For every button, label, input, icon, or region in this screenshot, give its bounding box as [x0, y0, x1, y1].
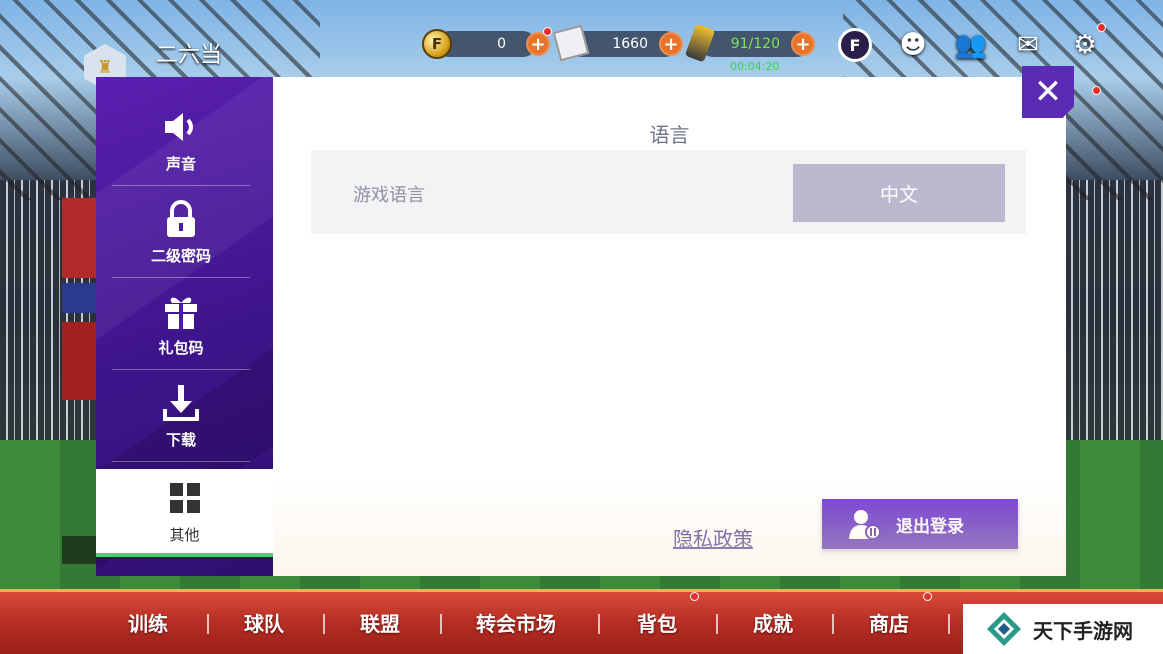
shop-notification-dot [923, 592, 932, 601]
language-select[interactable]: 中文 [793, 164, 1005, 222]
nav-divider [440, 614, 442, 634]
menu-password[interactable]: 二级密码 [112, 187, 250, 278]
nav-achievements[interactable]: 成就 [753, 608, 793, 637]
nav-divider [323, 614, 325, 634]
coin-value: 0 [497, 36, 506, 52]
energy-timer: 00:04:20 [730, 60, 780, 73]
player-name: 二六当 [156, 43, 223, 68]
nav-shop[interactable]: 商店 [869, 608, 909, 637]
friends-icon[interactable]: 👥 [954, 30, 988, 60]
right-notification-dot [1092, 86, 1101, 95]
privacy-policy-link[interactable]: 隐私政策 [673, 523, 753, 552]
menu-download-label: 下载 [165, 430, 196, 449]
menu-sound[interactable]: 声音 [112, 95, 250, 186]
menu-sound-label: 声音 [165, 154, 196, 173]
close-button[interactable]: ✕ [1022, 66, 1074, 118]
gift-icon [161, 291, 201, 331]
nav-transfer-market[interactable]: 转会市场 [476, 608, 556, 637]
ticket-value: 1660 [612, 36, 648, 52]
nav-divider [948, 614, 950, 634]
language-label: 游戏语言 [353, 185, 425, 206]
menu-download[interactable]: 下载 [112, 371, 250, 462]
top-bar: ♜ 二六当 0 F + 1660 + 91/120 + 00:04:20 F ☻… [0, 0, 1163, 95]
nav-divider [207, 614, 209, 634]
f-coin-icon: F [422, 29, 452, 59]
settings-modal: 声音 二级密码 礼包码 下载 其他 语言 游戏语言 中文 隐私政策 退出登录 [96, 77, 1066, 576]
menu-other[interactable]: 其他 [96, 469, 273, 557]
settings-gear-icon[interactable]: ⚙ [1068, 30, 1102, 60]
nav-league[interactable]: 联盟 [360, 608, 400, 637]
user-logout-icon [848, 508, 882, 540]
speaker-icon [161, 107, 201, 147]
watermark: 天下手游网 [963, 604, 1163, 654]
add-energy-button[interactable]: + [791, 32, 815, 56]
nav-divider [832, 614, 834, 634]
settings-notification-dot [1097, 23, 1106, 32]
logout-label: 退出登录 [896, 516, 964, 537]
menu-giftcode-label: 礼包码 [158, 338, 204, 357]
language-row: 游戏语言 中文 [311, 150, 1026, 234]
settings-content: 语言 游戏语言 中文 隐私政策 退出登录 [273, 77, 1066, 576]
nav-training[interactable]: 训练 [128, 608, 168, 637]
bag-notification-dot [690, 592, 699, 601]
section-title: 语言 [649, 123, 690, 147]
logout-button[interactable]: 退出登录 [822, 499, 1018, 549]
watermark-text: 天下手游网 [1033, 618, 1133, 643]
menu-password-label: 二级密码 [150, 246, 211, 265]
add-ticket-button[interactable]: + [659, 32, 683, 56]
settings-sidebar: 声音 二级密码 礼包码 下载 其他 [96, 77, 273, 576]
menu-giftcode[interactable]: 礼包码 [112, 279, 250, 370]
download-icon [161, 383, 201, 423]
nav-team[interactable]: 球队 [244, 608, 284, 637]
watermark-logo-icon [985, 610, 1023, 648]
customer-service-icon[interactable]: ☻ [896, 30, 930, 60]
energy-value: 91/120 [730, 36, 780, 52]
close-icon: ✕ [1033, 72, 1063, 112]
menu-other-label: 其他 [169, 525, 200, 544]
mail-icon[interactable]: ✉ [1011, 30, 1045, 60]
f-points-icon[interactable]: F [838, 28, 872, 62]
grid-icon [165, 478, 205, 518]
lock-icon [161, 199, 201, 239]
nav-bag[interactable]: 背包 [637, 608, 677, 637]
notification-dot [543, 27, 552, 36]
nav-divider [716, 614, 718, 634]
nav-divider [598, 614, 600, 634]
